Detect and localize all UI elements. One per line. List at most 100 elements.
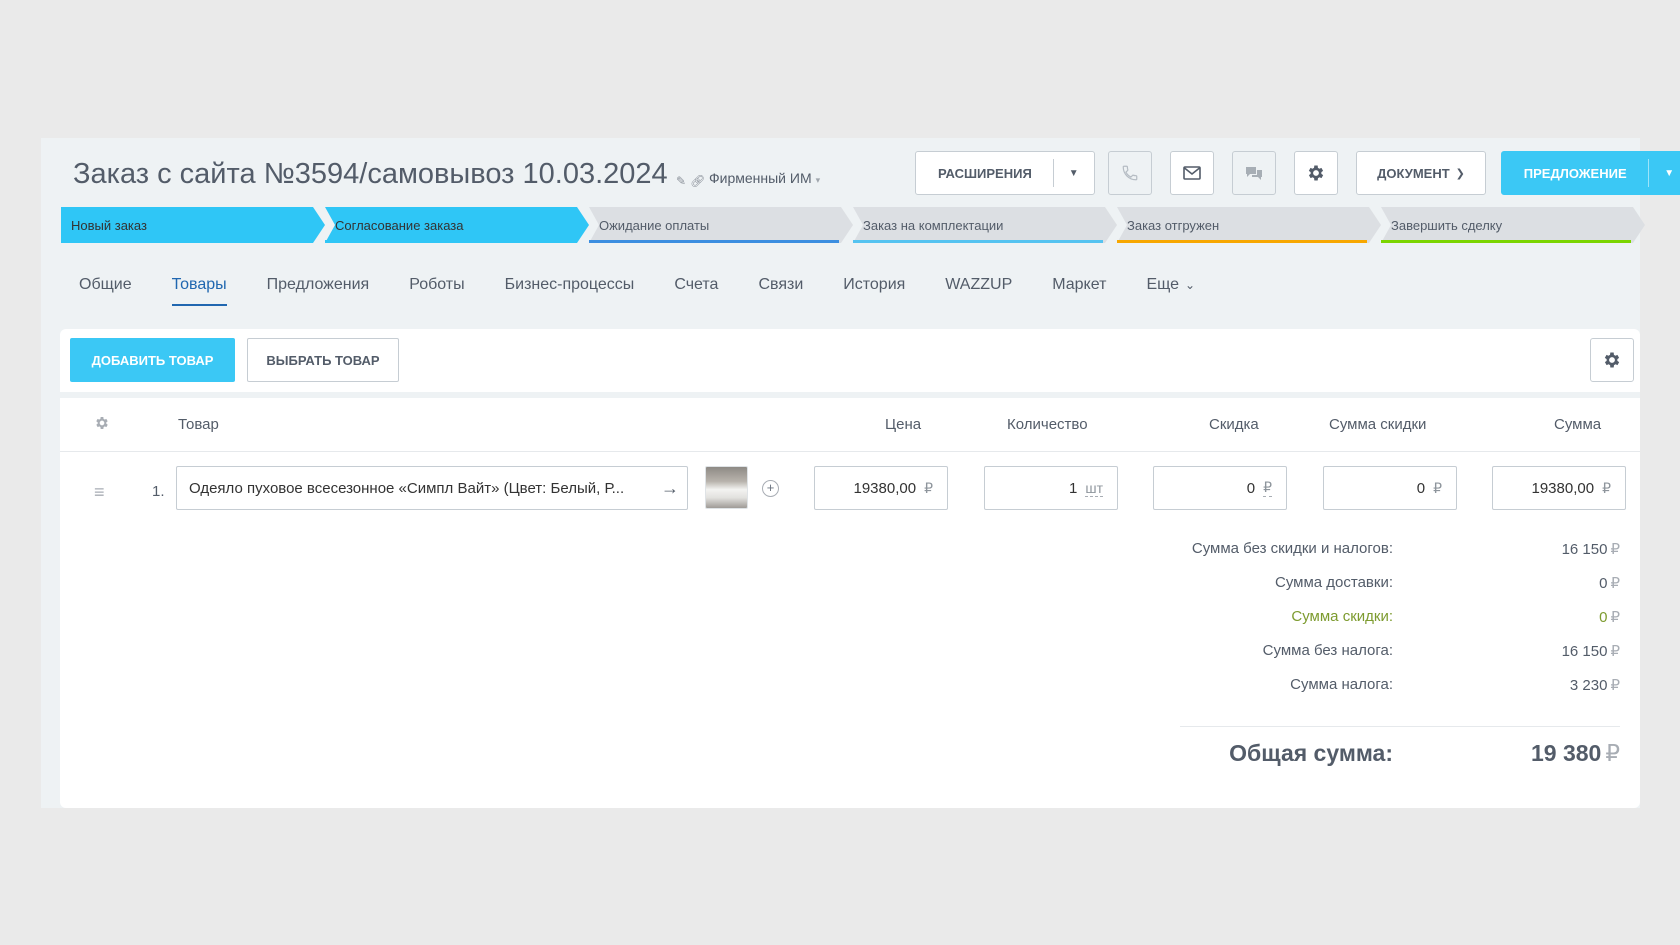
page-title: Заказ с сайта №3594/самовывоз 10.03.2024 xyxy=(73,158,668,190)
total-value: 16 150 ₽ xyxy=(1562,540,1620,558)
discount-input[interactable]: 0 ₽ xyxy=(1153,466,1287,510)
dropdown-arrow-icon[interactable]: ▼ xyxy=(1649,168,1680,179)
arrow-right-icon[interactable]: → xyxy=(653,478,687,499)
column-product: Товар xyxy=(178,416,219,433)
dropdown-arrow-icon[interactable]: ▼ xyxy=(1054,168,1094,179)
category-selector[interactable]: Фирменный ИМ ▾ xyxy=(709,170,820,186)
total-row-without-discount: Сумма без скидки и налогов: 16 150 ₽ xyxy=(1060,540,1620,560)
discount-type-selector[interactable]: ₽ xyxy=(1263,479,1272,497)
proposal-label: ПРЕДЛОЖЕНИЕ xyxy=(1523,165,1627,181)
currency-label: ₽ xyxy=(1610,643,1620,660)
email-button[interactable] xyxy=(1170,151,1214,195)
currency-label: ₽ xyxy=(1605,740,1620,766)
tab-history[interactable]: История xyxy=(843,274,905,306)
price-input[interactable]: 19380,00 ₽ xyxy=(814,466,948,510)
call-button[interactable] xyxy=(1108,151,1152,195)
product-name-field[interactable]: Одеяло пуховое всесезонное «Симпл Вайт» … xyxy=(176,466,688,510)
column-discount: Скидка xyxy=(1209,416,1259,433)
stage-new-order[interactable]: Новый заказ xyxy=(61,207,325,243)
stage-label: Завершить сделку xyxy=(1391,217,1503,233)
tab-wazzup[interactable]: WAZZUP xyxy=(945,274,1012,306)
total-label: Сумма налога: xyxy=(1290,676,1393,693)
total-value: 16 150 ₽ xyxy=(1562,642,1620,660)
document-button[interactable]: ДОКУМЕНТ ❯ xyxy=(1356,151,1486,195)
discount-sum-input[interactable]: 0 ₽ xyxy=(1323,466,1457,510)
grand-total-value: 19 380 ₽ xyxy=(1531,740,1620,767)
stage-bar xyxy=(1117,240,1367,243)
tab-products[interactable]: Товары xyxy=(171,274,227,306)
stage-bar xyxy=(1381,240,1631,243)
extensions-label: РАСШИРЕНИЯ xyxy=(938,165,1032,181)
stage-shipped[interactable]: Заказ отгружен xyxy=(1117,207,1381,243)
chevron-down-icon: ▾ xyxy=(815,175,821,185)
extensions-button[interactable]: РАСШИРЕНИЯ ▼ xyxy=(915,151,1095,195)
column-quantity: Количество xyxy=(1007,416,1088,433)
tab-proposals[interactable]: Предложения xyxy=(267,274,370,306)
select-product-button[interactable]: ВЫБРАТЬ ТОВАР xyxy=(247,338,399,382)
quantity-input[interactable]: 1 шт xyxy=(984,466,1118,510)
column-price: Цена xyxy=(885,416,922,433)
chevron-down-icon: ❯ xyxy=(1455,167,1465,180)
total-value: 0 ₽ xyxy=(1599,608,1620,626)
table-settings-button[interactable] xyxy=(1590,338,1634,382)
sum-input[interactable]: 19380,00 ₽ xyxy=(1492,466,1626,510)
tab-invoices[interactable]: Счета xyxy=(674,274,718,306)
edit-pencil-icon[interactable]: ✎ xyxy=(676,174,686,188)
products-toolbar: ДОБАВИТЬ ТОВАР ВЫБРАТЬ ТОВАР xyxy=(60,329,1640,392)
sum-value: 19380,00 xyxy=(1531,479,1595,497)
unit-selector[interactable]: шт xyxy=(1085,480,1103,497)
table-header: Товар Цена Количество Скидка Сумма скидк… xyxy=(60,398,1640,452)
stage-awaiting-payment[interactable]: Ожидание оплаты xyxy=(589,207,853,243)
stage-bar xyxy=(61,240,311,243)
total-label: Сумма доставки: xyxy=(1274,574,1393,591)
settings-button[interactable] xyxy=(1294,151,1338,195)
tab-bar: Общие Товары Предложения Роботы Бизнес-п… xyxy=(79,274,1235,306)
chat-button[interactable] xyxy=(1232,151,1276,195)
total-row-delivery: Сумма доставки: 0 ₽ xyxy=(1060,574,1620,594)
total-row-without-tax: Сумма без налога: 16 150 ₽ xyxy=(1060,642,1620,662)
stage-bar xyxy=(325,240,575,243)
column-sum: Сумма xyxy=(1554,416,1602,433)
amount: 0 xyxy=(1599,575,1608,592)
tab-robots[interactable]: Роботы xyxy=(409,274,464,306)
proposal-button[interactable]: ПРЕДЛОЖЕНИЕ ▼ xyxy=(1501,151,1680,195)
stage-picking[interactable]: Заказ на комплектации xyxy=(853,207,1117,243)
add-image-plus-icon[interactable]: + xyxy=(762,480,779,497)
grand-total: Общая сумма: 19 380 ₽ xyxy=(1060,740,1620,770)
totals-divider xyxy=(1180,726,1620,727)
category-label: Фирменный ИМ xyxy=(709,170,812,186)
stage-bar xyxy=(853,240,1103,243)
add-product-button[interactable]: ДОБАВИТЬ ТОВАР xyxy=(70,338,235,382)
row-number: 1. xyxy=(152,483,165,500)
tab-general[interactable]: Общие xyxy=(79,274,132,306)
currency-label: ₽ xyxy=(1610,677,1620,694)
tab-business-processes[interactable]: Бизнес-процессы xyxy=(505,274,635,306)
stage-pipeline: Новый заказ Согласование заказа Ожидание… xyxy=(61,207,1645,243)
envelope-icon xyxy=(1183,166,1201,180)
total-value: 3 230 ₽ xyxy=(1570,676,1620,694)
total-row-discount: Сумма скидки: 0 ₽ xyxy=(1060,608,1620,628)
column-settings-gear-icon[interactable] xyxy=(94,415,110,436)
amount: 16 150 xyxy=(1561,643,1608,660)
currency-label: ₽ xyxy=(1602,479,1611,496)
stage-approval[interactable]: Согласование заказа xyxy=(325,207,589,243)
title-actions: ✎ 🔗︎ xyxy=(676,174,705,188)
stage-label: Заказ на комплектации xyxy=(863,217,1004,233)
link-icon[interactable]: 🔗︎ xyxy=(690,174,705,188)
tab-links[interactable]: Связи xyxy=(758,274,803,306)
stage-close-deal[interactable]: Завершить сделку xyxy=(1381,207,1645,243)
drag-handle-icon[interactable]: ≡ xyxy=(94,483,105,501)
grand-total-label: Общая сумма: xyxy=(1229,740,1393,766)
product-thumbnail[interactable] xyxy=(705,466,748,509)
tab-more[interactable]: Еще ⌄ xyxy=(1146,274,1195,306)
table-row: ≡ 1. Одеяло пуховое всесезонное «Симпл В… xyxy=(60,453,1640,525)
tab-market[interactable]: Маркет xyxy=(1052,274,1106,306)
stage-label: Ожидание оплаты xyxy=(599,217,710,233)
total-row-tax: Сумма налога: 3 230 ₽ xyxy=(1060,676,1620,696)
gear-icon xyxy=(1308,165,1324,181)
currency-label: ₽ xyxy=(1610,575,1620,592)
total-label: Сумма без налога: xyxy=(1262,642,1393,659)
header: Заказ с сайта №3594/самовывоз 10.03.2024… xyxy=(73,148,1680,195)
crm-order-window: Заказ с сайта №3594/самовывоз 10.03.2024… xyxy=(41,138,1680,808)
discount-sum-value: 0 xyxy=(1416,479,1426,497)
